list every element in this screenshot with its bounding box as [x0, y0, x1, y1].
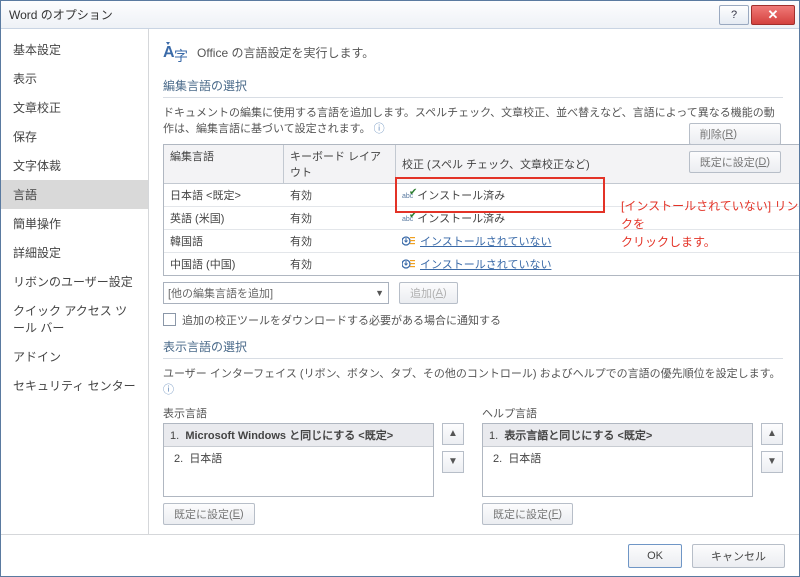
chevron-down-icon: ▼: [375, 288, 384, 298]
add-button[interactable]: 追加(A): [399, 282, 458, 304]
category-sidebar: 基本設定 表示 文章校正 保存 文字体裁 言語 簡単操作 詳細設定 リボンのユー…: [1, 29, 149, 534]
annotation-text: [インストールされていない] リンクをクリックします。: [621, 197, 799, 251]
col-kb: キーボード レイアウト: [284, 145, 396, 184]
sidebar-item-qat[interactable]: クイック アクセス ツール バー: [1, 296, 148, 342]
check-icon: [402, 212, 413, 224]
download-icon: [402, 258, 416, 270]
help-button[interactable]: ?: [719, 5, 749, 25]
title-bar: Word のオプション ? ✕: [1, 1, 799, 29]
sidebar-item-ease[interactable]: 簡単操作: [1, 209, 148, 238]
set-default-help-button[interactable]: 既定に設定(F): [482, 503, 573, 525]
check-icon: [402, 189, 413, 201]
set-default-display-button[interactable]: 既定に設定(E): [163, 503, 255, 525]
display-lang-list[interactable]: 1. Microsoft Windows と同じにする <既定> 2. 日本語: [163, 423, 434, 497]
display-lang-label: 表示言語: [163, 405, 464, 421]
move-down-button[interactable]: ▼: [442, 451, 464, 473]
move-down-button[interactable]: ▼: [761, 451, 783, 473]
download-icon: [402, 235, 416, 247]
page-header: Office の言語設定を実行します。: [197, 44, 374, 61]
add-language-combo[interactable]: [他の編集言語を追加] ▼: [163, 282, 389, 304]
content-pane: A字 Office の言語設定を実行します。 編集言語の選択 ドキュメントの編集…: [149, 29, 799, 534]
dialog-footer: OK キャンセル: [1, 534, 799, 576]
set-default-edit-button[interactable]: 既定に設定(D): [689, 151, 781, 173]
col-lang: 編集言語: [164, 145, 284, 184]
office-com-languages-link[interactable]: Office.com からインターフェイスおよびヘルプの言語を取得: [183, 533, 479, 534]
sidebar-item-ribbon[interactable]: リボンのユーザー設定: [1, 267, 148, 296]
notify-download-label: 追加の校正ツールをダウンロードする必要がある場合に通知する: [182, 312, 501, 328]
sidebar-item-addins[interactable]: アドイン: [1, 342, 148, 371]
sidebar-item-basic[interactable]: 基本設定: [1, 35, 148, 64]
help-lang-label: ヘルプ言語: [482, 405, 783, 421]
sidebar-item-language[interactable]: 言語: [1, 180, 148, 209]
options-dialog: Word のオプション ? ✕ 基本設定 表示 文章校正 保存 文字体裁 言語 …: [0, 0, 800, 577]
notify-download-checkbox[interactable]: [163, 313, 176, 326]
sidebar-item-trust[interactable]: セキュリティ センター: [1, 371, 148, 400]
ok-button[interactable]: OK: [628, 544, 682, 568]
lang-row-zh[interactable]: 中国語 (中国) 有効 インストールされていない: [164, 253, 799, 276]
not-installed-link-zh[interactable]: インストールされていない: [420, 256, 551, 272]
section-display-desc: ユーザー インターフェイス (リボン、ボタン、タブ、その他のコントロール) およ…: [163, 368, 781, 380]
remove-button[interactable]: 削除(R): [689, 123, 781, 145]
sidebar-item-proofing[interactable]: 文章校正: [1, 93, 148, 122]
move-up-button[interactable]: ▲: [442, 423, 464, 445]
language-icon: A字: [163, 39, 189, 65]
not-installed-link-ko[interactable]: インストールされていない: [420, 233, 551, 249]
sidebar-item-save[interactable]: 保存: [1, 122, 148, 151]
close-button[interactable]: ✕: [751, 5, 795, 25]
help-lang-list[interactable]: 1. 表示言語と同じにする <既定> 2. 日本語: [482, 423, 753, 497]
cancel-button[interactable]: キャンセル: [692, 544, 785, 568]
svg-text:字: 字: [174, 48, 188, 64]
move-up-button[interactable]: ▲: [761, 423, 783, 445]
sidebar-item-advanced[interactable]: 詳細設定: [1, 238, 148, 267]
section-display-title: 表示言語の選択: [163, 338, 783, 359]
sidebar-item-typography[interactable]: 文字体裁: [1, 151, 148, 180]
window-title: Word のオプション: [9, 6, 113, 23]
info-icon[interactable]: ⓘ: [374, 123, 385, 135]
info-icon[interactable]: ⓘ: [163, 384, 174, 396]
section-edit-title: 編集言語の選択: [163, 77, 783, 98]
section-edit-desc: ドキュメントの編集に使用する言語を追加します。スペルチェック、文章校正、並べ替え…: [163, 107, 775, 135]
sidebar-item-display[interactable]: 表示: [1, 64, 148, 93]
